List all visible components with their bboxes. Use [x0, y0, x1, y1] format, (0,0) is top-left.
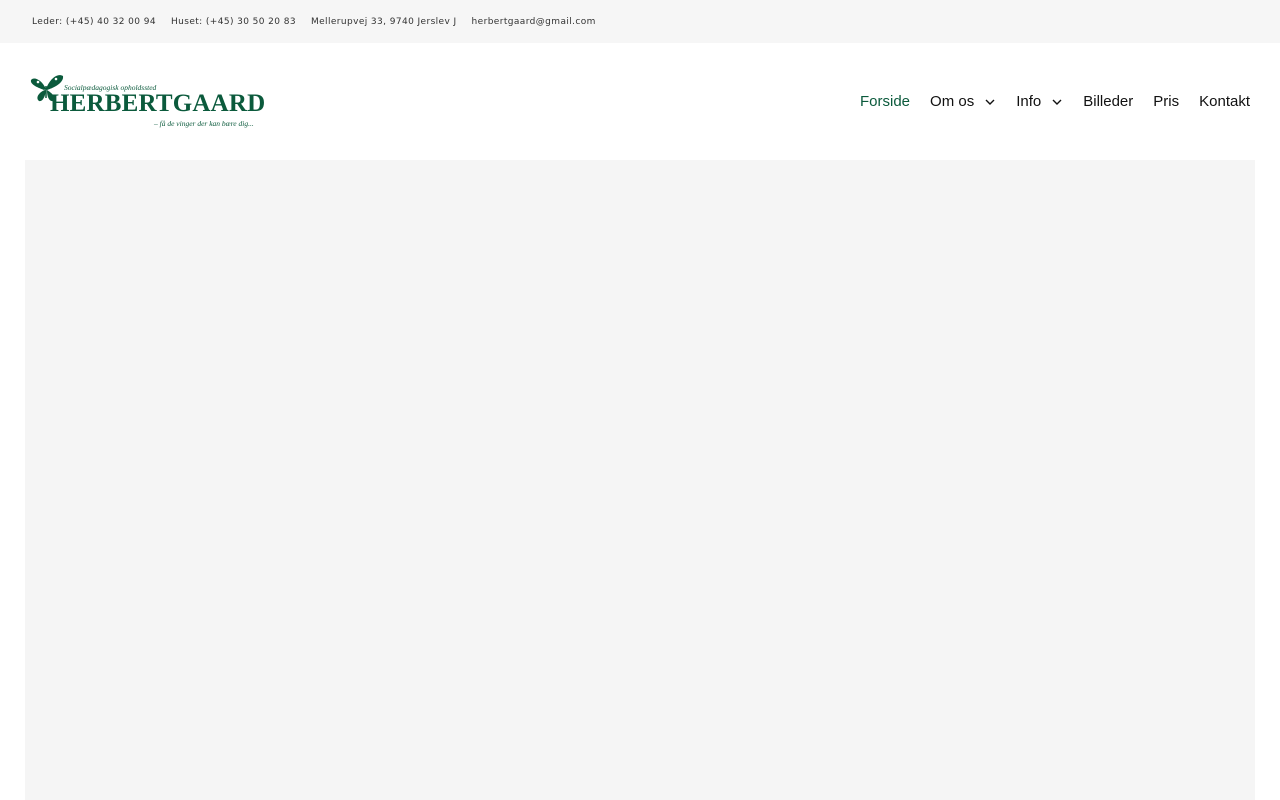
nav-item-label: Om os: [930, 93, 975, 110]
address-text: Mellerupvej 33, 9740 Jerslev J: [310, 16, 457, 27]
site-header: Socialpædagogisk opholdssted HERBERTGAAR…: [0, 43, 1280, 160]
nav-item-billeder[interactable]: Billeder: [1083, 93, 1133, 110]
nav-item-label: Pris: [1153, 93, 1180, 110]
house-phone-link[interactable]: Huset: (+45) 30 50 20 83: [171, 17, 296, 27]
hero-image-area: [25, 160, 1255, 800]
nav-item-label: Info: [1016, 93, 1042, 110]
leader-phone-link[interactable]: Leder: (+45) 40 32 00 94: [32, 17, 156, 27]
nav-item-label: Forside: [860, 93, 911, 110]
logo-tagline-bottom: – få de vinger der kan bære dig...: [154, 119, 254, 128]
site-logo[interactable]: Socialpædagogisk opholdssted HERBERTGAAR…: [30, 72, 265, 134]
logo-name: HERBERTGAARD: [50, 90, 266, 117]
nav-item-info[interactable]: Info: [1016, 93, 1063, 110]
chevron-down-icon[interactable]: [984, 96, 996, 108]
nav-item-om-os[interactable]: Om os: [930, 93, 996, 110]
nav-item-pris[interactable]: Pris: [1153, 93, 1179, 110]
nav-item-label: Kontakt: [1199, 93, 1250, 110]
nav-item-forside[interactable]: Forside: [860, 93, 910, 110]
nav-item-kontakt[interactable]: Kontakt: [1199, 93, 1250, 110]
chevron-down-icon[interactable]: [1051, 96, 1063, 108]
email-link[interactable]: herbertgaard@gmail.com: [472, 17, 596, 27]
nav-item-label: Billeder: [1083, 93, 1134, 110]
top-contact-bar: Leder: (+45) 40 32 00 94 Huset: (+45) 30…: [0, 0, 1280, 43]
main-navigation: Forside Om os Info Billeder Pris Kontakt: [840, 43, 1250, 160]
